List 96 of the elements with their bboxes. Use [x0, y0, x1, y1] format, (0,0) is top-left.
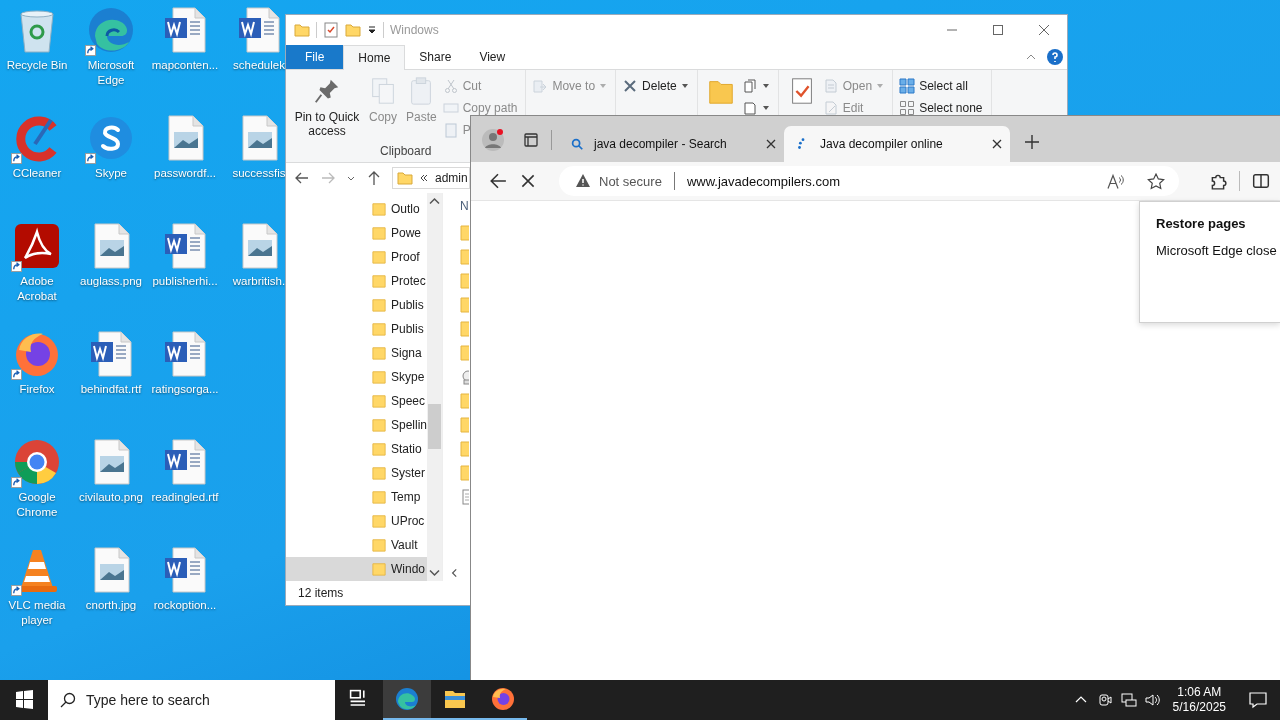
- folder-icon: [372, 489, 386, 505]
- ribbon-button[interactable]: Select all: [899, 76, 970, 96]
- folder-icon: [372, 393, 386, 409]
- ribbon-tab[interactable]: Home: [343, 45, 406, 70]
- close-tab-icon[interactable]: [766, 139, 776, 149]
- pdf-app-icon: [13, 222, 61, 270]
- folder-icon: [372, 417, 386, 433]
- read-aloud-icon[interactable]: [1107, 172, 1125, 190]
- folder-icon: [372, 369, 386, 385]
- window-title: Windows: [390, 23, 440, 37]
- stop-loading-icon[interactable]: [519, 172, 537, 190]
- folder-tree-item[interactable]: Publis: [286, 293, 428, 317]
- folder-tree-item[interactable]: Syster: [286, 461, 428, 485]
- status-text: 12 items: [298, 586, 344, 600]
- properties-icon[interactable]: [323, 22, 339, 38]
- help-icon[interactable]: [1047, 49, 1063, 65]
- browser-tab[interactable]: Java decompiler online: [784, 126, 1010, 162]
- profile-avatar-icon[interactable]: [481, 128, 505, 152]
- folder-tree-item[interactable]: Outlo: [286, 197, 428, 221]
- folder-tree-item[interactable]: Windo: [286, 557, 428, 581]
- ribbon-button[interactable]: Delete: [622, 76, 691, 96]
- ribbon-button[interactable]: Pin to Quick access: [292, 76, 362, 138]
- dropdown-caret-icon[interactable]: [367, 25, 377, 35]
- search-field[interactable]: Type here to search: [48, 680, 335, 720]
- folder-icon: [397, 170, 413, 186]
- search-icon: [60, 692, 76, 708]
- folder-icon: [372, 297, 386, 313]
- copy-path-icon: [442, 100, 459, 116]
- folder-tree-item[interactable]: Protec: [286, 269, 428, 293]
- split-screen-icon[interactable]: [1252, 172, 1270, 190]
- folder-tree-item[interactable]: Proof: [286, 245, 428, 269]
- address-bar[interactable]: Not secure www.javadecompilers.com: [559, 166, 1179, 196]
- folder-icon: [372, 201, 386, 217]
- new-item-icon: [741, 78, 758, 94]
- meeting-camera-icon[interactable]: [1096, 692, 1113, 708]
- ribbon-tab[interactable]: View: [465, 45, 520, 69]
- ribbon-button[interactable]: [741, 76, 772, 96]
- edit-icon: [822, 100, 839, 116]
- search-icon: [570, 137, 584, 151]
- close-tab-icon[interactable]: [992, 139, 1002, 149]
- folder-tree-item[interactable]: UProc: [286, 509, 428, 533]
- favorite-star-icon[interactable]: [1147, 172, 1165, 190]
- folder-icon: [372, 345, 386, 361]
- folder-tree-item[interactable]: Spellin: [286, 413, 428, 437]
- move-to-icon: [532, 78, 549, 94]
- popup-text: Microsoft Edge close: [1156, 243, 1278, 258]
- open-icon: [822, 78, 839, 94]
- up-arrow-icon[interactable]: [366, 170, 382, 186]
- ribbon-tab[interactable]: Share: [405, 45, 466, 69]
- scrollbar[interactable]: [427, 193, 443, 581]
- folder-tree-item[interactable]: Skype: [286, 365, 428, 389]
- folder-icon: [372, 465, 386, 481]
- edge-wave-icon: [87, 6, 135, 54]
- folder-icon: [372, 537, 386, 553]
- ribbon-tab[interactable]: File: [286, 45, 344, 69]
- browser-tab[interactable]: java decompiler - Search: [558, 126, 784, 162]
- warning-icon[interactable]: [575, 173, 591, 189]
- tab-actions-icon[interactable]: [523, 132, 539, 148]
- notification-icon[interactable]: [1248, 690, 1268, 710]
- scissors-icon: [442, 78, 459, 94]
- address-bar[interactable]: admin: [392, 167, 470, 189]
- skype-circle-icon: [87, 114, 135, 162]
- folder-tree-item[interactable]: Publis: [286, 317, 428, 341]
- folder-tree-item[interactable]: Temp: [286, 485, 428, 509]
- chrome-circle-icon: [13, 438, 61, 486]
- group-label: Clipboard: [379, 144, 433, 160]
- extensions-icon[interactable]: [1209, 172, 1227, 190]
- folder-icon: [372, 225, 386, 241]
- back-arrow-icon[interactable]: [489, 172, 507, 190]
- ribbon-button[interactable]: Select none: [899, 98, 985, 118]
- folder-icon: [372, 561, 386, 577]
- folder-tree-item[interactable]: Signa: [286, 341, 428, 365]
- volume-icon[interactable]: [1144, 692, 1161, 708]
- column-header[interactable]: N: [460, 199, 469, 219]
- clipboard-icon: [442, 122, 459, 138]
- folder-icon: [372, 513, 386, 529]
- folder-icon: [372, 249, 386, 265]
- edge-wave-icon: [395, 687, 419, 711]
- folder-icon: [372, 321, 386, 337]
- folder-tree-item[interactable]: Powe: [286, 221, 428, 245]
- gear-folder-icon[interactable]: [460, 369, 469, 385]
- network-icon[interactable]: [1120, 692, 1137, 708]
- folder-icon: [372, 273, 386, 289]
- scrollbar-thumb[interactable]: [428, 404, 442, 449]
- clock[interactable]: 1:06 AM 5/16/2025: [1164, 685, 1234, 715]
- fox-globe-icon: [491, 687, 515, 711]
- new-tab-icon[interactable]: [1024, 134, 1040, 150]
- folder-tree-item[interactable]: Speec: [286, 389, 428, 413]
- folder-icon: [372, 441, 386, 457]
- delete-icon: [622, 78, 639, 94]
- back-arrow-icon[interactable]: [294, 170, 310, 186]
- folder-tree-item[interactable]: Statio: [286, 437, 428, 461]
- popup-title: Restore pages: [1156, 216, 1247, 231]
- select-all-icon: [899, 78, 916, 94]
- folder-tree-item[interactable]: Vault: [286, 533, 428, 557]
- double-chevron-icon[interactable]: [419, 173, 429, 183]
